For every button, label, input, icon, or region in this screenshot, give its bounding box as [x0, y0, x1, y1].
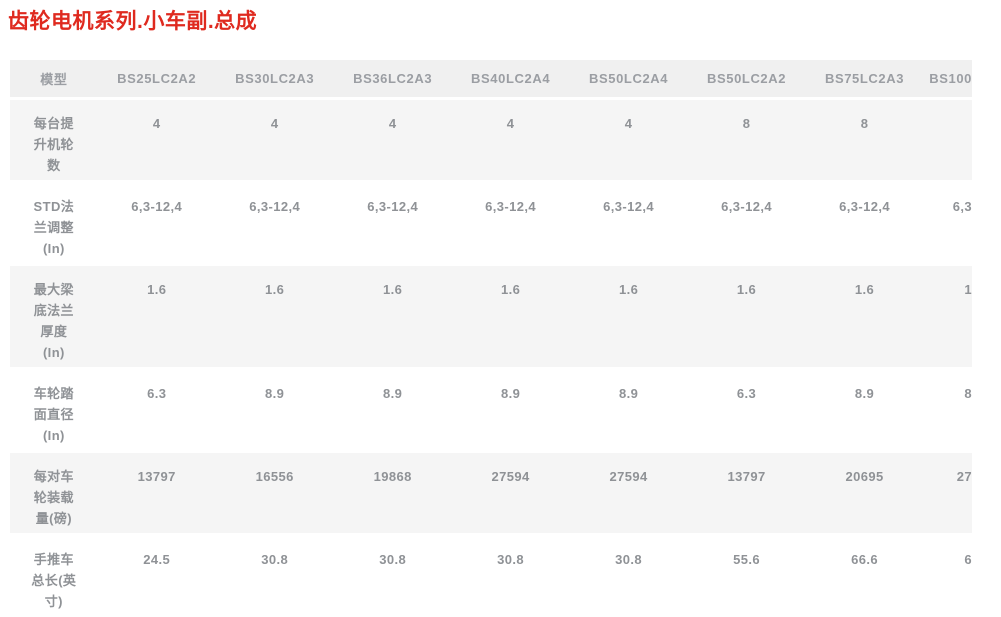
cell-value: 6,3 — [924, 183, 973, 263]
cell-value: 6,3-12,4 — [570, 183, 688, 263]
column-header: BS25LC2A2 — [98, 60, 216, 97]
cell-value: 6,3-12,4 — [806, 183, 924, 263]
cell-value: 6,3-12,4 — [98, 183, 216, 263]
column-header: BS40LC2A4 — [452, 60, 570, 97]
column-header: BS30LC2A3 — [216, 60, 334, 97]
cell-value: 16556 — [216, 453, 334, 533]
cell-value: 30.8 — [216, 536, 334, 616]
cell-value: 8.9 — [334, 370, 452, 450]
header-row: 模型BS25LC2A2BS30LC2A3BS36LC2A3BS40LC2A4BS… — [10, 60, 972, 97]
spec-table-container: 模型BS25LC2A2BS30LC2A3BS36LC2A3BS40LC2A4BS… — [10, 57, 972, 617]
cell-value: 24.5 — [98, 536, 216, 616]
cell-value: 27594 — [570, 453, 688, 533]
cell-value: 13797 — [688, 453, 806, 533]
cell-value: 1.6 — [216, 266, 334, 367]
cell-value: 4 — [216, 100, 334, 180]
table-row: 每台提 升机轮 数4444488 — [10, 100, 972, 180]
cell-value: 30.8 — [452, 536, 570, 616]
cell-value: 1.6 — [570, 266, 688, 367]
cell-value: 4 — [452, 100, 570, 180]
cell-value: 8.9 — [570, 370, 688, 450]
cell-value: 55.6 — [688, 536, 806, 616]
cell-value: 4 — [334, 100, 452, 180]
cell-value: 13797 — [98, 453, 216, 533]
cell-value: 6.3 — [98, 370, 216, 450]
row-label: 车轮踏 面直径 (In) — [10, 370, 98, 450]
cell-value: 27 — [924, 453, 973, 533]
cell-value: 1.6 — [334, 266, 452, 367]
column-header: BS50LC2A4 — [570, 60, 688, 97]
row-label: STD法 兰调整 (In) — [10, 183, 98, 263]
cell-value: 4 — [570, 100, 688, 180]
cell-value: 8 — [806, 100, 924, 180]
column-header: BS50LC2A2 — [688, 60, 806, 97]
spec-table-header: 模型BS25LC2A2BS30LC2A3BS36LC2A3BS40LC2A4BS… — [10, 60, 972, 97]
column-header-model: 模型 — [10, 60, 98, 97]
table-row: 最大梁 底法兰 厚度 (In)1.61.61.61.61.61.61.61 — [10, 266, 972, 367]
cell-value: 6.3 — [688, 370, 806, 450]
cell-value: 1.6 — [452, 266, 570, 367]
cell-value — [924, 100, 973, 180]
table-row: 车轮踏 面直径 (In)6.38.98.98.98.96.38.98 — [10, 370, 972, 450]
row-label: 每台提 升机轮 数 — [10, 100, 98, 180]
cell-value: 6,3-12,4 — [334, 183, 452, 263]
cell-value: 4 — [98, 100, 216, 180]
cell-value: 66.6 — [806, 536, 924, 616]
column-header: BS36LC2A3 — [334, 60, 452, 97]
cell-value: 1 — [924, 266, 973, 367]
cell-value: 6,3-12,4 — [688, 183, 806, 263]
row-label: 最大梁 底法兰 厚度 (In) — [10, 266, 98, 367]
cell-value: 8.9 — [452, 370, 570, 450]
table-row: STD法 兰调整 (In)6,3-12,46,3-12,46,3-12,46,3… — [10, 183, 972, 263]
cell-value: 19868 — [334, 453, 452, 533]
cell-value: 8 — [924, 370, 973, 450]
row-label: 每对车 轮装载 量(磅) — [10, 453, 98, 533]
table-row: 手推车 总长(英 寸)24.530.830.830.830.855.666.66 — [10, 536, 972, 616]
table-row: 每对车 轮装载 量(磅)1379716556198682759427594137… — [10, 453, 972, 533]
cell-value: 1.6 — [688, 266, 806, 367]
spec-table-body: 每台提 升机轮 数4444488STD法 兰调整 (In)6,3-12,46,3… — [10, 100, 972, 616]
cell-value: 6,3-12,4 — [452, 183, 570, 263]
spec-table: 模型BS25LC2A2BS30LC2A3BS36LC2A3BS40LC2A4BS… — [10, 57, 972, 617]
cell-value: 8.9 — [216, 370, 334, 450]
cell-value: 1.6 — [98, 266, 216, 367]
cell-value: 8.9 — [806, 370, 924, 450]
cell-value: 20695 — [806, 453, 924, 533]
cell-value: 30.8 — [334, 536, 452, 616]
column-header: BS75LC2A3 — [806, 60, 924, 97]
column-header: BS100 — [924, 60, 973, 97]
cell-value: 1.6 — [806, 266, 924, 367]
cell-value: 6,3-12,4 — [216, 183, 334, 263]
cell-value: 30.8 — [570, 536, 688, 616]
row-label: 手推车 总长(英 寸) — [10, 536, 98, 616]
cell-value: 8 — [688, 100, 806, 180]
cell-value: 27594 — [452, 453, 570, 533]
page-title: 齿轮电机系列.小车副.总成 — [8, 5, 257, 35]
cell-value: 6 — [924, 536, 973, 616]
